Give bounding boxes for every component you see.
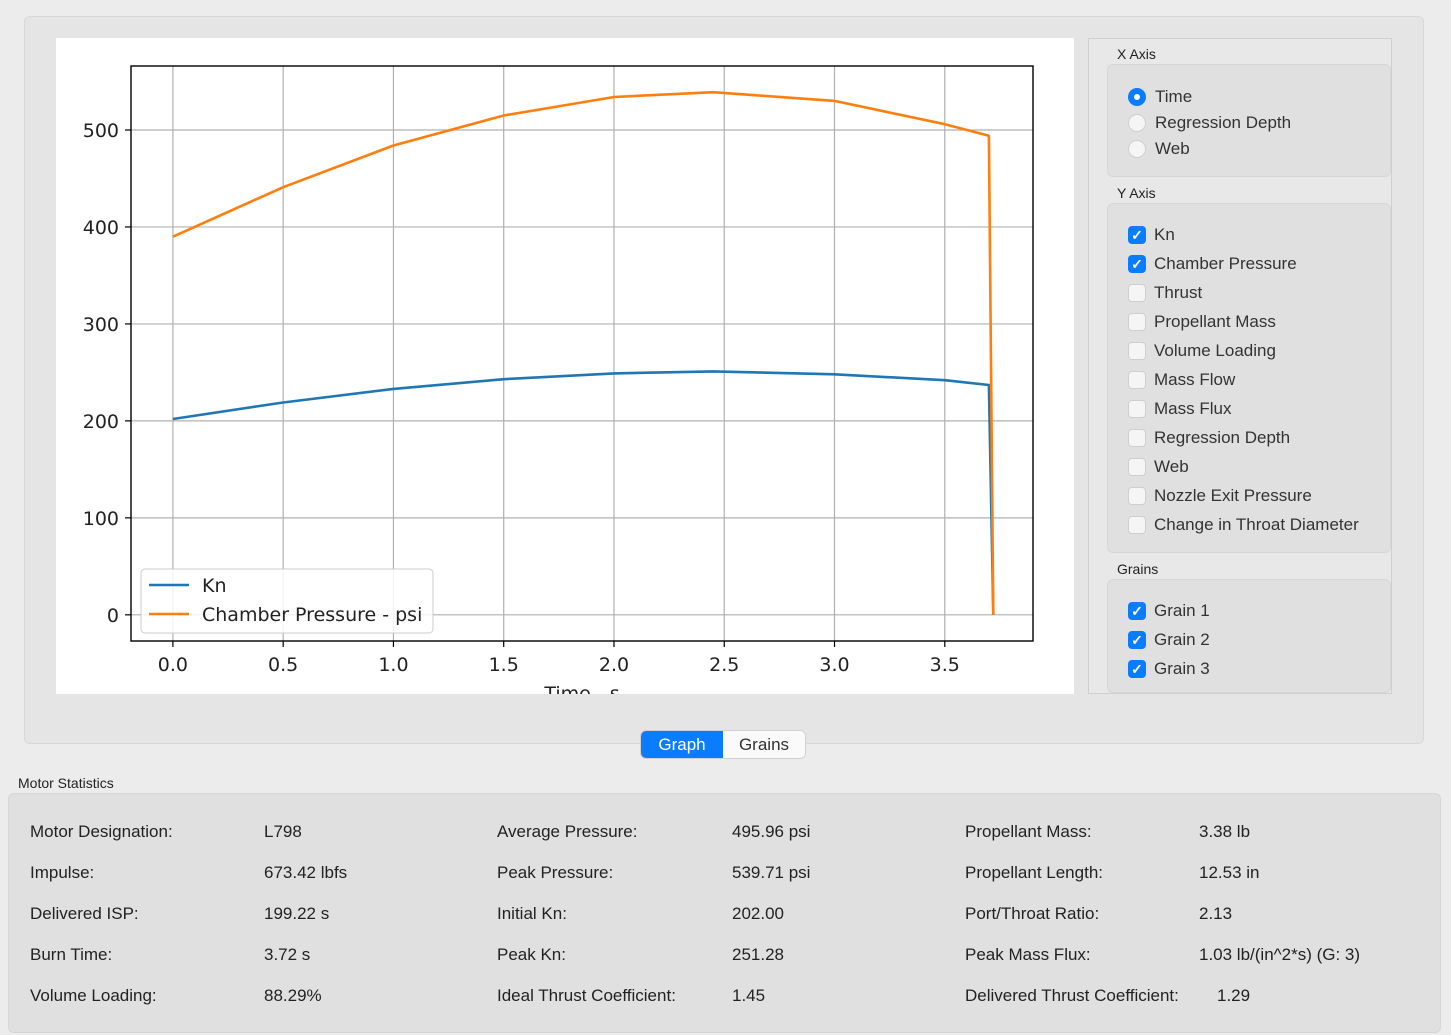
plot-canvas: 0.0 0.5 1.0 1.5 2.0 2.5 3.0 3.5 0 100 200 300 400 500… — [56, 38, 1074, 694]
y-axis-option-chamber-pressure[interactable]: ✓ Chamber Pressure — [1128, 253, 1297, 275]
stat-value: L798 — [264, 822, 302, 841]
stat-label: Average Pressure: — [497, 822, 638, 841]
checkbox-checked-icon[interactable]: ✓ — [1128, 660, 1146, 678]
stat-label: Propellant Mass: — [965, 822, 1092, 841]
motor-statistics-title: Motor Statistics — [18, 775, 114, 791]
stat-label: Initial Kn: — [497, 904, 567, 923]
y-axis-option-web[interactable]: Web — [1128, 456, 1189, 478]
checkbox-icon[interactable] — [1128, 429, 1146, 447]
stat-label: Delivered Thrust Coefficient: — [965, 986, 1179, 1005]
series-line-chamber-pressure — [172, 90, 995, 615]
checkbox-icon[interactable] — [1128, 458, 1146, 476]
motor-statistics-panel: Motor Designation: L798 Impulse: 673.42 … — [8, 793, 1441, 1033]
checkbox-icon[interactable] — [1128, 371, 1146, 389]
stat-label: Delivered ISP: — [30, 904, 139, 923]
x-tick-label: 1.5 — [489, 654, 519, 676]
grain-option-3[interactable]: ✓ Grain 3 — [1128, 658, 1210, 680]
x-axis-option-time[interactable]: Time — [1128, 86, 1192, 108]
y-axis-group-title: Y Axis — [1117, 185, 1156, 201]
stat-value: 202.00 — [732, 904, 784, 923]
x-tick-label: 2.0 — [599, 654, 629, 676]
legend-label: Kn — [202, 575, 227, 597]
x-tick-label: 3.0 — [819, 654, 849, 676]
checkbox-checked-icon[interactable]: ✓ — [1128, 226, 1146, 244]
checkbox-checked-icon[interactable]: ✓ — [1128, 255, 1146, 273]
stat-value: 3.38 lb — [1199, 822, 1251, 841]
y-tick-label: 100 — [83, 508, 119, 530]
y-tick-label: 200 — [83, 411, 119, 433]
y-tick-label: 500 — [83, 120, 119, 142]
checkbox-icon[interactable] — [1128, 342, 1146, 360]
y-tick-label: 0 — [107, 605, 119, 627]
stat-label: Impulse: — [30, 863, 95, 882]
y-tick-label: 400 — [83, 217, 119, 239]
view-tab-bar: Graph Grains — [640, 730, 806, 759]
stat-value: 495.96 psi — [732, 822, 811, 841]
x-tick-label: 0.0 — [158, 654, 188, 676]
checkbox-icon[interactable] — [1128, 516, 1146, 534]
stat-label: Volume Loading: — [30, 986, 157, 1005]
stat-value: 1.45 — [732, 986, 766, 1005]
y-axis-option-kn[interactable]: ✓ Kn — [1128, 224, 1175, 246]
stat-value: 88.29% — [264, 986, 322, 1005]
x-tick-label: 3.5 — [930, 654, 960, 676]
stat-label: Ideal Thrust Coefficient: — [497, 986, 676, 1005]
checkbox-icon[interactable] — [1128, 487, 1146, 505]
stat-value: 3.72 s — [264, 945, 311, 964]
y-axis-group: ✓ Kn ✓ Chamber Pressure Thrust Propellant … — [1107, 203, 1391, 553]
y-axis-option-thrust[interactable]: Thrust — [1128, 282, 1202, 304]
tab-grains[interactable]: Grains — [723, 731, 805, 758]
stat-label: Propellant Length: — [965, 863, 1103, 882]
stat-label: Peak Kn: — [497, 945, 566, 964]
stat-label: Peak Mass Flux: — [965, 945, 1091, 964]
y-axis-option-volume-loading[interactable]: Volume Loading — [1128, 340, 1276, 362]
x-tick-label: 2.5 — [709, 654, 739, 676]
radio-icon[interactable] — [1128, 140, 1146, 158]
grains-group: ✓ Grain 1 ✓ Grain 2 ✓ Grain 3 — [1107, 579, 1391, 693]
y-axis-option-propellant-mass[interactable]: Propellant Mass — [1128, 311, 1276, 333]
radio-selected-icon[interactable] — [1128, 88, 1146, 106]
x-axis-option-web[interactable]: Web — [1128, 138, 1190, 160]
checkbox-icon[interactable] — [1128, 284, 1146, 302]
stat-label: Motor Designation: — [30, 822, 173, 841]
y-tick-label: 300 — [83, 314, 119, 336]
stat-label: Port/Throat Ratio: — [965, 904, 1100, 923]
y-axis-option-mass-flow[interactable]: Mass Flow — [1128, 369, 1235, 391]
y-axis-option-mass-flux[interactable]: Mass Flux — [1128, 398, 1231, 420]
y-axis-option-change-in-throat-diameter[interactable]: Change in Throat Diameter — [1128, 514, 1359, 536]
x-tick-label: 1.0 — [378, 654, 408, 676]
x-axis-label: Time - s — [543, 683, 619, 694]
stat-value: 1.03 lb/(in^2*s) (G: 3) — [1199, 945, 1361, 964]
y-axis-option-regression-depth[interactable]: Regression Depth — [1128, 427, 1290, 449]
chart-svg: 0.0 0.5 1.0 1.5 2.0 2.5 3.0 3.5 0 100 200 300 400 500… — [83, 65, 1034, 694]
stat-label: Burn Time: — [30, 945, 113, 964]
radio-icon[interactable] — [1128, 114, 1146, 132]
x-axis-group-title: X Axis — [1117, 46, 1156, 62]
stat-value: 199.22 s — [264, 904, 330, 923]
stat-value: 12.53 in — [1199, 863, 1260, 882]
y-axis-option-nozzle-exit-pressure[interactable]: Nozzle Exit Pressure — [1128, 485, 1312, 507]
stat-value: 251.28 — [732, 945, 784, 964]
stat-value: 1.29 — [1217, 986, 1251, 1005]
checkbox-icon[interactable] — [1128, 313, 1146, 331]
checkbox-checked-icon[interactable]: ✓ — [1128, 631, 1146, 649]
x-axis-option-regression-depth[interactable]: Regression Depth — [1128, 112, 1291, 134]
grain-option-1[interactable]: ✓ Grain 1 — [1128, 600, 1210, 622]
stat-label: Peak Pressure: — [497, 863, 614, 882]
checkbox-checked-icon[interactable]: ✓ — [1128, 602, 1146, 620]
stat-value: 539.71 psi — [732, 863, 811, 882]
legend-label: Chamber Pressure - psi — [202, 604, 422, 626]
plot-options-panel: X Axis Time Regression Depth Web Y Axis … — [1088, 38, 1392, 694]
x-axis-group: Time Regression Depth Web — [1107, 64, 1391, 177]
grain-option-2[interactable]: ✓ Grain 2 — [1128, 629, 1210, 651]
plot-frame — [130, 65, 1034, 642]
checkbox-icon[interactable] — [1128, 400, 1146, 418]
tab-graph[interactable]: Graph — [641, 731, 723, 758]
grains-group-title: Grains — [1117, 561, 1159, 577]
stat-value: 2.13 — [1199, 904, 1233, 923]
stat-value: 673.42 lbfs — [264, 863, 348, 882]
x-tick-label: 0.5 — [268, 654, 298, 676]
